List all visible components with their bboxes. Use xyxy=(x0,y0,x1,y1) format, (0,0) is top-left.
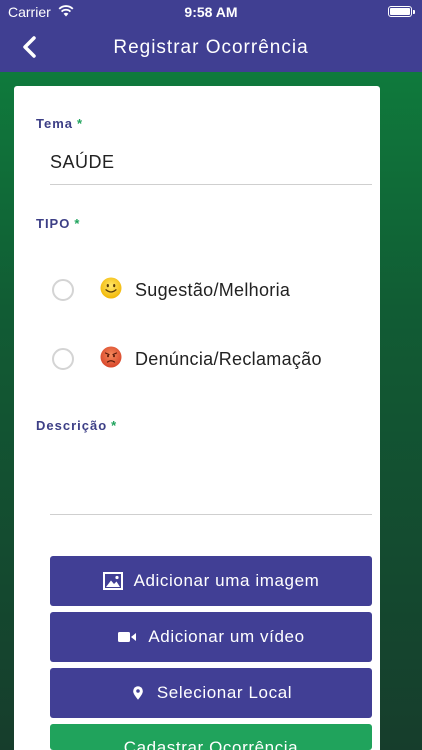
angry-face-icon xyxy=(100,346,122,368)
add-image-label: Adicionar uma imagem xyxy=(133,571,320,590)
battery-icon xyxy=(388,6,415,17)
submit-label: Cadastrar Ocorrência xyxy=(123,738,299,750)
nav-bar: Registrar Ocorrência xyxy=(0,24,422,72)
required-mark: * xyxy=(111,418,118,433)
image-icon xyxy=(102,572,123,590)
add-video-label: Adicionar um vídeo xyxy=(148,627,305,646)
select-location-button[interactable]: Selecionar Local xyxy=(50,668,372,718)
add-image-button[interactable]: Adicionar uma imagem xyxy=(50,556,372,606)
option-label: Denúncia/Reclamação xyxy=(135,349,322,369)
smiley-icon xyxy=(100,277,122,299)
clock: 9:58 AM xyxy=(184,4,238,20)
tema-label-text: Tema xyxy=(36,116,73,131)
status-bar: Carrier 9:58 AM xyxy=(0,0,422,24)
tipo-option-denuncia[interactable]: Denúncia/Reclamação xyxy=(52,346,372,376)
tema-field[interactable]: SAÚDE xyxy=(50,152,115,173)
required-mark: * xyxy=(74,216,81,231)
descricao-label: Descrição * xyxy=(36,418,117,433)
tema-underline xyxy=(50,184,372,185)
add-video-button[interactable]: Adicionar um vídeo xyxy=(50,612,372,662)
descricao-label-text: Descrição xyxy=(36,418,108,433)
map-pin-icon xyxy=(133,686,143,700)
tipo-option-sugestao[interactable]: Sugestão/Melhoria xyxy=(52,277,372,307)
video-camera-icon xyxy=(118,632,137,642)
tipo-label-text: TIPO xyxy=(36,216,71,231)
radio-button[interactable] xyxy=(52,279,74,301)
descricao-underline xyxy=(50,514,372,515)
select-location-label: Selecionar Local xyxy=(156,683,293,702)
submit-button[interactable]: Cadastrar Ocorrência xyxy=(50,724,372,750)
page-title: Registrar Ocorrência xyxy=(113,37,309,58)
tipo-label: TIPO * xyxy=(36,216,80,231)
required-mark: * xyxy=(77,116,84,131)
option-label: Sugestão/Melhoria xyxy=(135,280,291,300)
descricao-field[interactable] xyxy=(50,440,372,512)
tema-label: Tema * xyxy=(36,116,83,131)
radio-button[interactable] xyxy=(52,348,74,370)
